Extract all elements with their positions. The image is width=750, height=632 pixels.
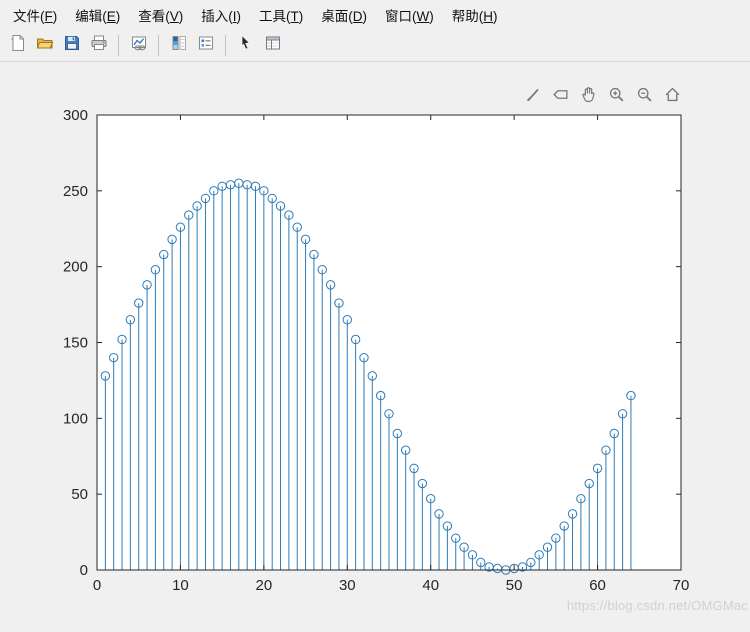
menu-item-edit[interactable]: 编辑(E) xyxy=(66,0,129,30)
figure-canvas[interactable]: 0 10 20 30 40 50 60 70 0 50 100 150 200 250 300 https:… xyxy=(0,62,750,632)
zoom-in-button[interactable] xyxy=(605,86,628,107)
zoom-in-icon xyxy=(608,86,625,108)
menu-label: 插入 xyxy=(201,8,229,24)
zoom-out-icon xyxy=(636,86,653,108)
menu-label: 工具 xyxy=(259,8,287,24)
y-tick-label: 50 xyxy=(71,486,88,503)
data-tips-icon xyxy=(552,86,569,108)
toolbar-separator xyxy=(118,34,119,56)
printer-icon xyxy=(90,34,108,57)
property-inspector-icon xyxy=(264,34,282,57)
y-tick-label: 250 xyxy=(63,183,88,200)
stem-plot[interactable]: 0 10 20 30 40 50 60 70 0 50 100 150 200 250 300 xyxy=(0,62,750,632)
menu-item-file[interactable]: 文件(F) xyxy=(4,0,66,30)
save-figure-button[interactable] xyxy=(59,33,84,58)
menu-label: 帮助 xyxy=(451,8,479,24)
x-tick-label: 30 xyxy=(339,577,356,594)
link-plot-icon xyxy=(130,34,148,57)
x-tick-label: 70 xyxy=(673,577,690,594)
pan-hand-icon xyxy=(580,86,597,108)
property-inspector-button[interactable] xyxy=(260,33,285,58)
menu-item-tools[interactable]: 工具(T) xyxy=(250,0,312,30)
legend-icon xyxy=(197,34,215,57)
y-tick-label: 200 xyxy=(63,259,88,276)
brush-button[interactable] xyxy=(521,86,544,107)
axes-toolbar xyxy=(521,86,684,107)
y-tick-label: 150 xyxy=(63,335,88,352)
x-tick-label: 60 xyxy=(589,577,606,594)
x-tick-label: 10 xyxy=(172,577,189,594)
menu-item-help[interactable]: 帮助(H) xyxy=(443,0,507,30)
figure-toolbar xyxy=(0,29,750,62)
y-tick-label: 100 xyxy=(63,410,88,427)
new-figure-button[interactable] xyxy=(5,33,30,58)
y-tick-label: 0 xyxy=(80,562,88,579)
print-figure-button[interactable] xyxy=(86,33,111,58)
open-file-button[interactable] xyxy=(32,33,57,58)
pan-button[interactable] xyxy=(577,86,600,107)
x-tick-label: 0 xyxy=(93,577,101,594)
menu-item-insert[interactable]: 插入(I) xyxy=(192,0,250,30)
open-folder-icon xyxy=(36,34,54,57)
x-tick-label: 50 xyxy=(506,577,523,594)
brush-icon xyxy=(524,86,541,108)
home-icon xyxy=(664,86,681,108)
menu-item-window[interactable]: 窗口(W) xyxy=(376,0,443,30)
restore-view-button[interactable] xyxy=(661,86,684,107)
toolbar-separator xyxy=(158,34,159,56)
insert-colorbar-button[interactable] xyxy=(166,33,191,58)
new-figure-icon xyxy=(9,34,27,57)
menu-item-desktop[interactable]: 桌面(D) xyxy=(312,0,376,30)
menu-label: 窗口 xyxy=(385,8,413,24)
menu-label: 编辑 xyxy=(75,8,103,24)
link-plot-button[interactable] xyxy=(126,33,151,58)
menu-label: 桌面 xyxy=(321,8,349,24)
menu-item-view[interactable]: 查看(V) xyxy=(129,0,192,30)
menu-label: 查看 xyxy=(138,8,166,24)
cursor-arrow-icon xyxy=(237,34,255,57)
data-tips-button[interactable] xyxy=(549,86,572,107)
insert-legend-button[interactable] xyxy=(193,33,218,58)
y-tick-label: 300 xyxy=(63,107,88,124)
menu-bar: 文件(F) 编辑(E) 查看(V) 插入(I) 工具(T) 桌面(D) 窗口(W… xyxy=(0,0,750,29)
edit-plot-button[interactable] xyxy=(233,33,258,58)
x-tick-label: 20 xyxy=(256,577,273,594)
menu-label: 文件 xyxy=(13,8,40,24)
zoom-out-button[interactable] xyxy=(633,86,656,107)
x-tick-label: 40 xyxy=(422,577,439,594)
colorbar-icon xyxy=(170,34,188,57)
save-floppy-icon xyxy=(63,34,81,57)
toolbar-separator xyxy=(225,34,226,56)
